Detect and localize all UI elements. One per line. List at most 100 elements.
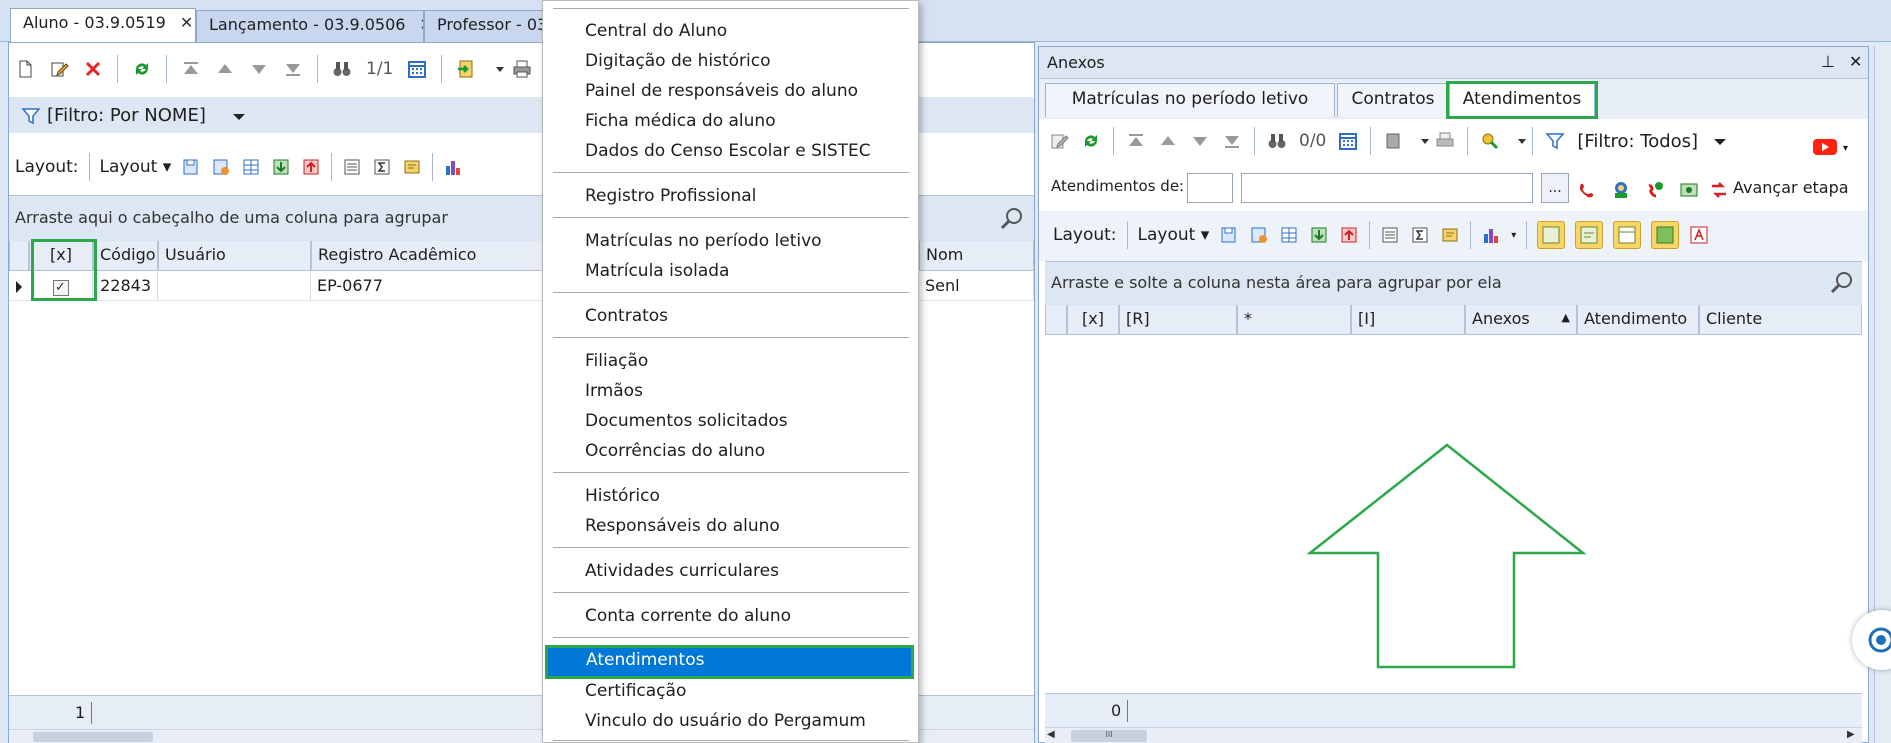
menu-item-responsaveis[interactable]: Responsáveis do aluno [543,512,918,542]
note-icon[interactable] [402,157,422,177]
menu-item-atendimentos[interactable]: Atendimentos [545,645,914,679]
filter-dropdown-icon[interactable] [229,105,249,126]
binoculars-icon[interactable] [1267,131,1287,151]
menu-item-central-aluno[interactable]: Central do Aluno [543,17,918,47]
refresh-icon[interactable] [132,59,152,79]
new-document-icon[interactable] [15,59,35,79]
save-layout-icon[interactable] [1219,225,1239,245]
menu-item-conta-corrente[interactable]: Conta corrente do aluno [543,602,918,632]
tab-contratos[interactable]: Contratos [1337,83,1449,117]
tools-icon[interactable] [1480,131,1500,151]
view-list-icon[interactable] [1537,221,1566,249]
chevron-down-icon[interactable]: ▾ [1511,230,1516,241]
menu-item-documentos-solicitados[interactable]: Documentos solicitados [543,407,918,437]
view-card-icon[interactable] [1613,221,1642,249]
menu-item-digitacao-historico[interactable]: Digitação de histórico [543,47,918,77]
export-layout-icon[interactable] [1339,225,1359,245]
next-record-icon[interactable] [249,59,269,79]
columns-icon[interactable] [1380,225,1400,245]
view-tile-icon[interactable] [1651,221,1680,249]
delete-icon[interactable] [83,59,103,79]
pin-icon[interactable]: ⊥ [1821,52,1835,71]
binoculars-icon[interactable] [332,59,352,79]
chart-icon[interactable] [443,157,463,177]
chevron-down-icon[interactable]: ▾ [1843,143,1848,154]
previous-record-icon[interactable] [1158,131,1178,151]
column-header-r[interactable]: [R] [1119,305,1237,335]
calendar-icon[interactable] [1338,131,1358,151]
avancar-etapa-label[interactable]: Avançar etapa [1733,178,1849,197]
tab-matriculas[interactable]: Matrículas no período letivo [1045,83,1335,117]
save-layout-icon[interactable] [181,157,201,177]
edit-icon[interactable] [1049,131,1069,151]
menu-item-censo-sistec[interactable]: Dados do Censo Escolar e SISTEC [543,137,918,167]
close-icon[interactable]: ✕ [180,13,193,32]
previous-record-icon[interactable] [215,59,235,79]
scroll-right-icon[interactable]: ▶ [1847,729,1855,740]
next-record-icon[interactable] [1190,131,1210,151]
doc-tab-lancamento[interactable]: Lançamento - 03.9.0506✕ [196,10,424,42]
export-icon[interactable] [456,59,476,79]
sum-icon[interactable] [1410,225,1430,245]
doc-tab-professor[interactable]: Professor - 03. [424,10,554,42]
menu-item-matricula-isolada[interactable]: Matrícula isolada [543,257,918,287]
browse-button[interactable]: ... [1541,173,1569,203]
print-icon[interactable] [1435,131,1455,151]
sum-icon[interactable] [372,157,392,177]
layout-dropdown[interactable]: Layout ▾ [100,157,172,177]
calendar-icon[interactable] [407,59,427,79]
last-record-icon[interactable] [1222,131,1242,151]
column-header-star[interactable]: * [1237,305,1351,335]
print-icon[interactable] [512,59,532,79]
chart-icon[interactable] [1481,225,1501,245]
column-header-usuario[interactable]: Usuário [158,241,311,271]
filter-icon[interactable] [21,105,41,126]
menu-item-historico[interactable]: Histórico [543,482,918,512]
load-layout-icon[interactable] [211,157,231,177]
column-header-check[interactable]: [x] [1067,305,1119,335]
call-icon[interactable] [1645,179,1665,200]
column-header-registro[interactable]: Registro Acadêmico [311,241,551,271]
menu-item-registro-profissional[interactable]: Registro Profissional [543,182,918,212]
menu-item-vinculo-pergamum[interactable]: Vinculo do usuário do Pergamum [543,707,918,737]
atendimentos-name-input[interactable] [1241,173,1533,203]
menu-item-irmaos[interactable]: Irmãos [543,377,918,407]
search-icon[interactable] [1829,270,1855,300]
column-header-atendimento[interactable]: Atendimento [1577,305,1699,335]
menu-item-contratos[interactable]: Contratos [543,302,918,332]
doc-tab-aluno[interactable]: Aluno - 03.9.0519 ✕ [10,8,196,43]
filter-icon[interactable] [1545,131,1565,151]
scroll-left-icon[interactable]: ◀ [1047,729,1055,740]
edit-icon[interactable] [49,59,69,79]
last-record-icon[interactable] [283,59,303,79]
first-record-icon[interactable] [181,59,201,79]
import-layout-icon[interactable] [1309,225,1329,245]
columns-icon[interactable] [342,157,362,177]
menu-item-ocorrencias[interactable]: Ocorrências do aluno [543,437,918,467]
close-icon[interactable]: ✕ [1849,52,1862,71]
search-icon[interactable] [999,206,1025,232]
menu-item-filiacao[interactable]: Filiação [543,347,918,377]
column-header-cliente[interactable]: Cliente [1699,305,1862,335]
load-layout-icon[interactable] [1249,225,1269,245]
chevron-down-icon[interactable] [1512,131,1527,151]
grid-layout-icon[interactable] [241,157,261,177]
youtube-icon[interactable] [1813,137,1839,161]
column-header-anexos[interactable]: Anexos ▲ [1465,305,1577,335]
phone-icon[interactable] [1577,179,1597,200]
menu-item-matriculas-periodo[interactable]: Matrículas no período letivo [543,227,918,257]
advance-icon[interactable] [1709,179,1729,200]
money-icon[interactable] [1679,179,1699,200]
export-layout-icon[interactable] [301,157,321,177]
refresh-icon[interactable] [1081,131,1101,151]
menu-item-atividades-curriculares[interactable]: Atividades curriculares [543,557,918,587]
first-record-icon[interactable] [1126,131,1146,151]
column-header-nome[interactable]: Nom [919,241,1034,271]
horizontal-scrollbar[interactable]: ◀ III ▶ [1045,727,1862,743]
group-panel[interactable]: Arraste e solte a coluna nesta área para… [1045,261,1862,305]
import-layout-icon[interactable] [271,157,291,177]
view-detail-icon[interactable] [1575,221,1604,249]
atendimentos-code-input[interactable] [1187,173,1233,203]
scrollbar-thumb[interactable]: III [1071,730,1147,742]
contacts-icon[interactable] [1611,179,1631,200]
